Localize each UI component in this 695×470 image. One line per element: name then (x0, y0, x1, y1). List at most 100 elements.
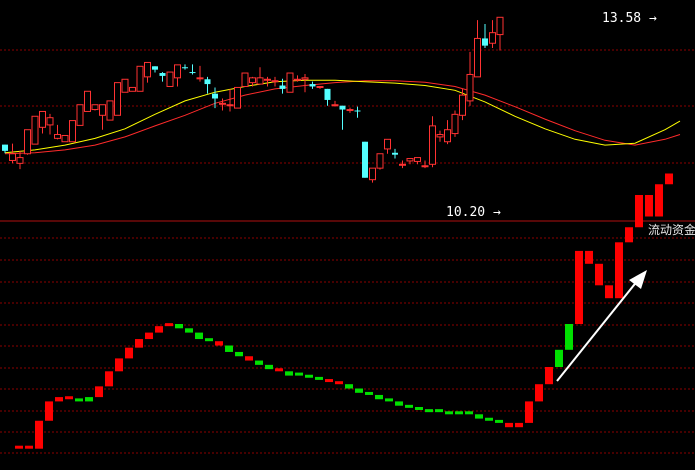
arrow-right-icon: → (648, 11, 657, 26)
candle (61, 134, 69, 143)
flow-bar (635, 195, 643, 228)
candle (84, 90, 91, 112)
candle (9, 143, 16, 164)
flow-bar (365, 391, 373, 395)
candle (376, 153, 384, 170)
flow-bar (375, 394, 383, 400)
candle-body (346, 109, 354, 112)
candle-body (436, 134, 444, 138)
candle-body (226, 104, 234, 107)
flow-bar (105, 371, 113, 387)
candle-body (256, 77, 264, 85)
flow-bar (445, 411, 453, 415)
flow-bar (535, 384, 543, 402)
candle-body (91, 104, 99, 111)
candle-body (489, 32, 496, 44)
flow-bar (305, 374, 313, 378)
flow-bar (255, 360, 263, 365)
candle-body (212, 93, 218, 99)
flow-bar (625, 227, 633, 243)
candle-body (46, 117, 54, 126)
flow-bar (205, 338, 213, 342)
candle-body (399, 163, 406, 166)
flow-bar (125, 347, 133, 359)
flow-bar (285, 371, 293, 376)
flow-bar (85, 397, 93, 402)
flow-bar (575, 250, 583, 324)
candle-body (466, 73, 474, 102)
flow-bar (215, 341, 223, 346)
candle-body (144, 61, 151, 78)
flow-bar (295, 372, 303, 376)
candle-body (294, 78, 301, 81)
candle-body (9, 153, 16, 161)
candle-body (136, 65, 144, 92)
candle-body (76, 104, 84, 126)
flow-bar (515, 422, 523, 428)
candle (399, 160, 406, 169)
candle-body (182, 67, 188, 69)
candle-body (474, 37, 481, 78)
flow-bar (275, 368, 283, 372)
flow-bar (45, 401, 53, 421)
candle-body (121, 78, 129, 93)
candle (106, 100, 114, 121)
candle (159, 72, 166, 82)
candle (166, 71, 174, 87)
candle (174, 64, 181, 87)
candle (241, 72, 249, 87)
candle (294, 75, 301, 82)
candle (234, 86, 241, 109)
candle (354, 106, 361, 118)
capital-flow-bars (15, 173, 673, 449)
candle (384, 138, 391, 154)
candle-body (316, 85, 324, 88)
candle-body (152, 66, 158, 70)
candle (76, 104, 84, 126)
flow-bar (195, 332, 203, 340)
candle (129, 86, 136, 92)
candle-body (39, 110, 46, 128)
candle-body (414, 157, 421, 162)
candle (331, 100, 339, 107)
candle-body (301, 77, 309, 80)
candle-body (384, 138, 391, 150)
candle-body (331, 104, 339, 107)
candle (466, 51, 474, 106)
candle (196, 65, 204, 82)
candle-body (234, 86, 241, 109)
arrow-right-icon: → (492, 205, 501, 220)
flow-bar (75, 398, 83, 402)
candle (54, 124, 61, 140)
candle (69, 120, 76, 143)
candle-body (482, 38, 488, 46)
flow-bar (415, 407, 423, 410)
candle (421, 160, 429, 169)
flow-bar (655, 184, 663, 217)
flow-bar (65, 396, 73, 400)
flow-bar (385, 398, 393, 402)
candle-body (451, 113, 459, 135)
candle (114, 82, 121, 116)
stock-chart (0, 16, 695, 454)
candle (31, 115, 39, 145)
candle (474, 20, 481, 78)
candle-body (429, 125, 436, 165)
candle-body (24, 129, 31, 155)
flow-bar (155, 326, 163, 333)
flow-bar (185, 328, 193, 333)
candle-body (114, 82, 121, 116)
candle (152, 66, 158, 73)
flow-bar (15, 445, 23, 449)
flow-bar (485, 417, 493, 421)
candle-body (369, 167, 376, 181)
flow-bar (325, 379, 333, 383)
flow-bar (475, 414, 483, 419)
candlesticks (2, 16, 504, 183)
candle (121, 78, 129, 93)
candle (39, 110, 46, 134)
candle (212, 87, 218, 109)
candle (189, 64, 196, 75)
low-price-label: 10.20 → (446, 206, 501, 220)
flow-bar (645, 195, 653, 217)
